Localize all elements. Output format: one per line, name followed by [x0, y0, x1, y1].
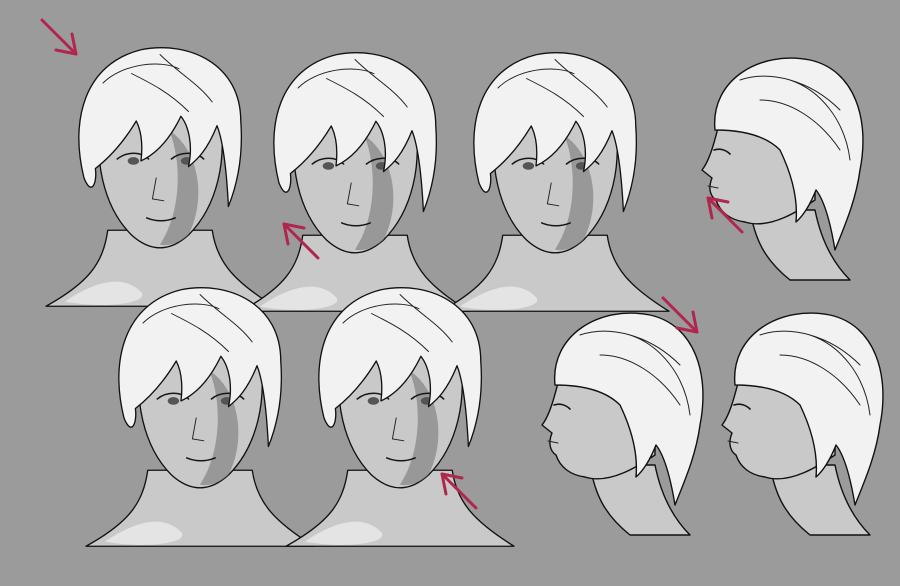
head-sketch-7-profile	[541, 312, 704, 536]
head-sketch-4-profile	[701, 57, 864, 281]
head-studies-drawing	[40, 18, 884, 548]
light-direction-arrow-1	[40, 18, 78, 56]
head-sketch-5	[85, 286, 315, 548]
head-sketch-6	[285, 286, 515, 548]
head-sketch-1	[45, 46, 275, 308]
head-sketch-2	[240, 51, 470, 313]
head-sketch-3	[440, 51, 670, 313]
sketch-sheet	[0, 0, 900, 586]
head-sketch-8-profile	[721, 312, 884, 536]
